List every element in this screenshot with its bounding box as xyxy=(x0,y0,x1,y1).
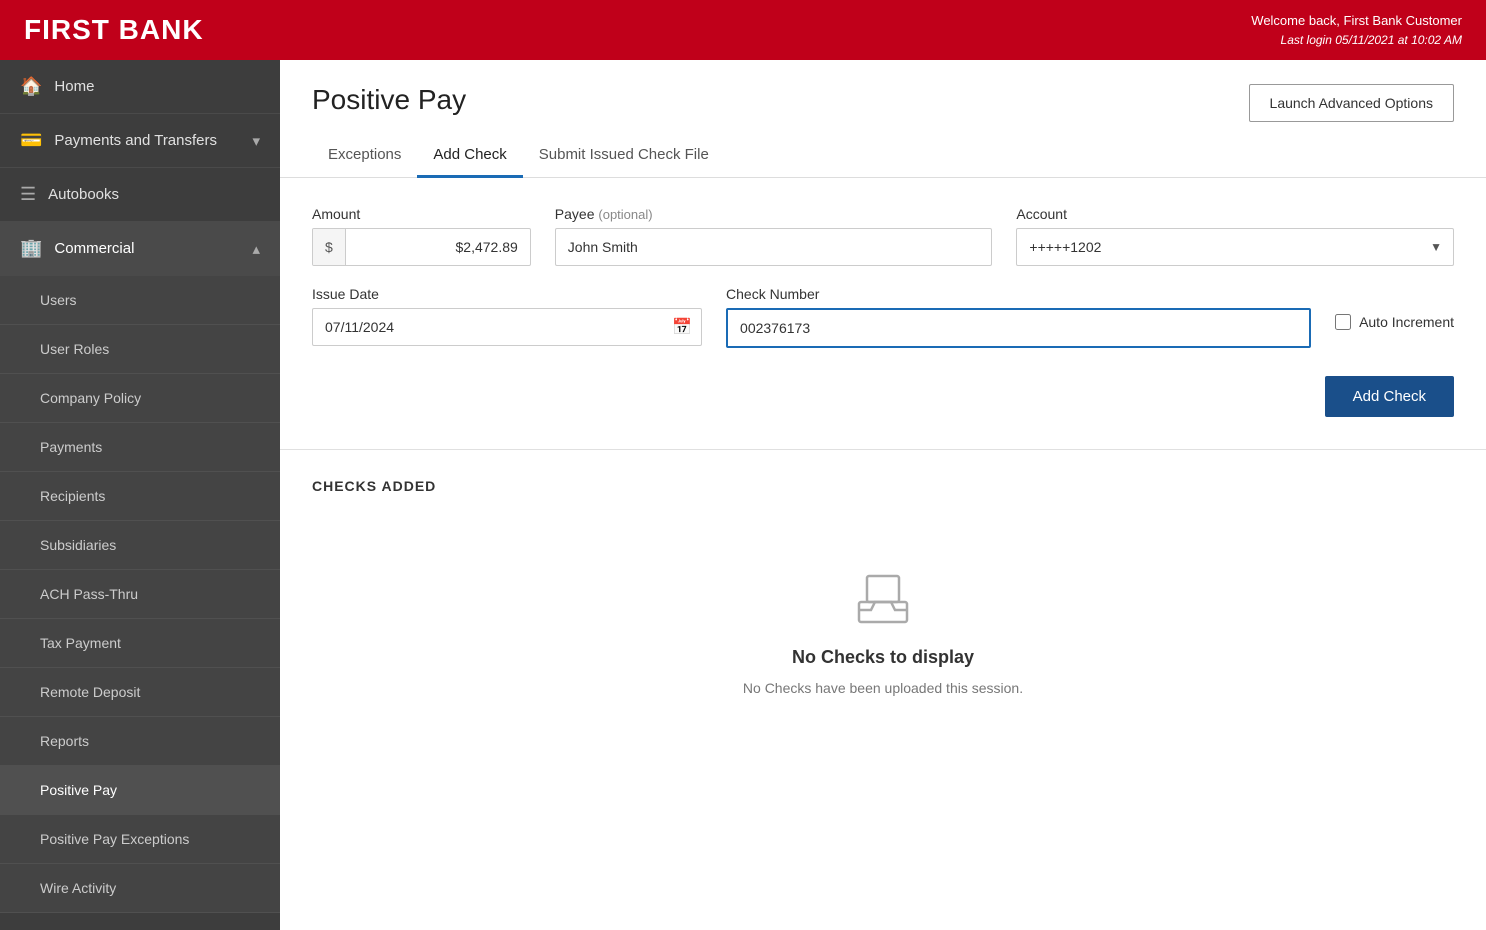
sidebar-item-wire-activity[interactable]: Wire Activity xyxy=(0,864,280,913)
sidebar-item-label: Commercial xyxy=(54,240,134,257)
sidebar-item-label: Autobooks xyxy=(48,186,119,203)
check-number-input[interactable] xyxy=(726,308,1311,348)
issue-date-group: Issue Date 📅 xyxy=(312,286,702,346)
payee-label: Payee (optional) xyxy=(555,206,993,222)
account-label: Account xyxy=(1016,206,1454,222)
sidebar-item-payments-transfers[interactable]: 💳 Payments and Transfers ▾ xyxy=(0,114,280,168)
account-group: Account +++++1202 xyxy=(1016,206,1454,266)
chevron-down-icon: ▾ xyxy=(252,132,260,150)
sidebar-item-label: Payments and Transfers xyxy=(54,132,217,149)
sidebar-item-tax-payment[interactable]: Tax Payment xyxy=(0,619,280,668)
page-title: Positive Pay xyxy=(312,84,466,116)
empty-state-title: No Checks to display xyxy=(792,647,974,668)
auto-increment-label: Auto Increment xyxy=(1359,314,1454,330)
auto-increment-checkbox[interactable] xyxy=(1335,314,1351,330)
check-number-label: Check Number xyxy=(726,286,1311,302)
sidebar-item-label: Reports xyxy=(40,733,89,749)
sidebar-item-subsidiaries[interactable]: Subsidiaries xyxy=(0,521,280,570)
sidebar-item-label: Recipients xyxy=(40,488,105,504)
sidebar-item-label: Subsidiaries xyxy=(40,537,116,553)
empty-state: No Checks to display No Checks have been… xyxy=(312,526,1454,736)
btn-row: Add Check xyxy=(312,368,1454,421)
calendar-icon: 📅 xyxy=(672,317,692,337)
sidebar-item-payments[interactable]: Payments xyxy=(0,423,280,472)
payee-input[interactable] xyxy=(555,228,993,266)
main-layout: 🏠 Home 💳 Payments and Transfers ▾ ☰ Auto… xyxy=(0,60,1486,930)
tab-submit-issued-check-file[interactable]: Submit Issued Check File xyxy=(523,134,725,178)
top-header: FIRST BANK Welcome back, First Bank Cust… xyxy=(0,0,1486,60)
sidebar-item-label: Positive Pay Exceptions xyxy=(40,831,189,847)
last-login: Last login 05/11/2021 at 10:02 AM xyxy=(1251,31,1462,49)
sidebar-item-reports[interactable]: Reports xyxy=(0,717,280,766)
empty-state-subtitle: No Checks have been uploaded this sessio… xyxy=(743,680,1023,696)
sidebar-item-label: User Roles xyxy=(40,341,109,357)
content-area: Positive Pay Launch Advanced Options Exc… xyxy=(280,60,1486,930)
sidebar-item-label: Tax Payment xyxy=(40,635,121,651)
form-section: Amount $ Payee (optional) Account xyxy=(280,178,1486,450)
sidebar-item-label: Home xyxy=(54,78,94,95)
checks-section: CHECKS ADDED No Checks to display No Che… xyxy=(280,450,1486,930)
account-select-wrapper: +++++1202 xyxy=(1016,228,1454,266)
dollar-sign: $ xyxy=(313,229,346,265)
sidebar-item-recipients[interactable]: Recipients xyxy=(0,472,280,521)
issue-date-label: Issue Date xyxy=(312,286,702,302)
sidebar-item-positive-pay[interactable]: Positive Pay xyxy=(0,766,280,815)
sidebar-item-label: Remote Deposit xyxy=(40,684,140,700)
sidebar-item-user-roles[interactable]: User Roles xyxy=(0,325,280,374)
check-number-group: Check Number xyxy=(726,286,1311,348)
tab-exceptions[interactable]: Exceptions xyxy=(312,134,417,178)
autobooks-icon: ☰ xyxy=(20,184,36,205)
sidebar-item-label: Users xyxy=(40,292,77,308)
sidebar-item-label: ACH Pass-Thru xyxy=(40,586,138,602)
welcome-message: Welcome back, First Bank Customer xyxy=(1251,11,1462,31)
payments-icon: 💳 xyxy=(20,130,42,151)
form-row-2: Issue Date 📅 Check Number Auto Increment xyxy=(312,286,1454,348)
page-header: Positive Pay Launch Advanced Options xyxy=(280,60,1486,122)
sidebar-item-label: Payments xyxy=(40,439,102,455)
sidebar-item-users[interactable]: Users xyxy=(0,276,280,325)
form-row-1: Amount $ Payee (optional) Account xyxy=(312,206,1454,266)
sidebar-item-label: Company Policy xyxy=(40,390,141,406)
payee-group: Payee (optional) xyxy=(555,206,993,266)
sidebar-item-commercial[interactable]: 🏢 Commercial ▴ xyxy=(0,222,280,276)
home-icon: 🏠 xyxy=(20,76,42,97)
brand-logo: FIRST BANK xyxy=(24,14,204,46)
welcome-text: Welcome back, First Bank Customer Last l… xyxy=(1251,11,1462,49)
amount-input-wrapper: $ xyxy=(312,228,531,266)
amount-group: Amount $ xyxy=(312,206,531,266)
tabs-container: Exceptions Add Check Submit Issued Check… xyxy=(280,134,1486,178)
issue-date-input-wrapper: 📅 xyxy=(312,308,702,346)
launch-advanced-options-button[interactable]: Launch Advanced Options xyxy=(1249,84,1454,122)
commercial-icon: 🏢 xyxy=(20,238,42,259)
issue-date-input[interactable] xyxy=(312,308,702,346)
add-check-button[interactable]: Add Check xyxy=(1325,376,1454,417)
sidebar-item-remote-deposit[interactable]: Remote Deposit xyxy=(0,668,280,717)
sidebar-item-autobooks[interactable]: ☰ Autobooks xyxy=(0,168,280,222)
checks-added-title: CHECKS ADDED xyxy=(312,478,1454,494)
sidebar: 🏠 Home 💳 Payments and Transfers ▾ ☰ Auto… xyxy=(0,60,280,930)
payee-optional: (optional) xyxy=(598,207,652,222)
sidebar-item-positive-pay-exceptions[interactable]: Positive Pay Exceptions xyxy=(0,815,280,864)
account-select[interactable]: +++++1202 xyxy=(1016,228,1454,266)
sidebar-item-label: Positive Pay xyxy=(40,782,117,798)
sidebar-item-home[interactable]: 🏠 Home xyxy=(0,60,280,114)
auto-increment-group: Auto Increment xyxy=(1335,286,1454,330)
inbox-tray-icon xyxy=(851,566,915,635)
sidebar-item-ach-pass-thru[interactable]: ACH Pass-Thru xyxy=(0,570,280,619)
sidebar-item-label: Wire Activity xyxy=(40,880,116,896)
amount-label: Amount xyxy=(312,206,531,222)
tab-add-check[interactable]: Add Check xyxy=(417,134,522,178)
chevron-up-icon: ▴ xyxy=(252,240,260,258)
sidebar-item-company-policy[interactable]: Company Policy xyxy=(0,374,280,423)
amount-input[interactable] xyxy=(346,229,530,265)
